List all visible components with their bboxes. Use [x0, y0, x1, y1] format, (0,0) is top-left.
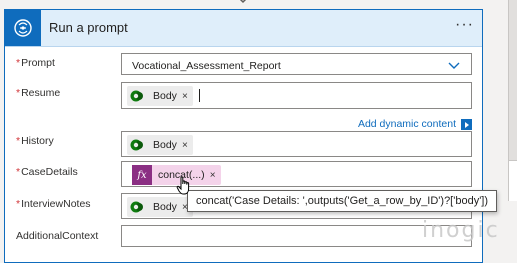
prompt-label: *Prompt — [16, 57, 55, 69]
case-details-label: *CaseDetails — [16, 166, 78, 178]
card-title: Run a prompt — [49, 20, 128, 35]
additional-context-input[interactable] — [121, 225, 472, 247]
fx-expression-icon: fx — [132, 165, 152, 185]
token-label: Body — [153, 90, 177, 102]
text-caret — [199, 89, 200, 102]
more-options-icon[interactable]: ··· — [455, 16, 474, 34]
resume-label: *Resume — [16, 87, 61, 99]
add-dynamic-content-link[interactable]: Add dynamic content — [358, 118, 456, 130]
dataverse-icon — [127, 135, 147, 155]
connector-arrow-icon — [239, 0, 247, 4]
hand-cursor-icon — [176, 176, 190, 195]
adjacent-card[interactable] — [508, 0, 517, 160]
prompt-select[interactable]: Vocational_Assessment_Report — [121, 53, 472, 75]
flow-canvas: Run a prompt ··· *Prompt Vocational_Asse… — [0, 0, 517, 263]
case-details-input[interactable]: fx concat(...) × — [121, 161, 472, 187]
resume-input[interactable]: Body × — [121, 82, 472, 109]
token-label: Body — [153, 201, 177, 213]
remove-token-icon[interactable]: × — [182, 140, 188, 151]
token-label: Body — [153, 139, 177, 151]
chevron-down-icon — [448, 62, 460, 69]
interview-notes-body-token[interactable]: Body × — [127, 197, 193, 217]
interview-notes-label: *InterviewNotes — [16, 198, 91, 210]
prompt-select-value: Vocational_Assessment_Report — [132, 60, 281, 72]
adjacent-card-lower[interactable] — [508, 160, 517, 201]
card-header[interactable]: Run a prompt ··· — [5, 10, 482, 47]
resume-body-token[interactable]: Body × — [127, 86, 193, 106]
history-label: *History — [16, 135, 54, 147]
remove-token-icon[interactable]: × — [210, 170, 216, 181]
add-dynamic-content-icon[interactable] — [461, 119, 472, 130]
dataverse-icon — [127, 86, 147, 106]
dataverse-icon — [127, 197, 147, 217]
watermark-logo: inogic — [422, 218, 500, 243]
expression-tooltip: concat('Case Details: ',outputs('Get_a_r… — [187, 190, 498, 212]
additional-context-label: AdditionalContext — [16, 230, 99, 242]
history-input[interactable]: Body × — [121, 131, 472, 157]
run-a-prompt-card: Run a prompt ··· *Prompt Vocational_Asse… — [4, 9, 483, 263]
remove-token-icon[interactable]: × — [182, 91, 188, 102]
ai-prompt-icon — [5, 10, 41, 46]
history-body-token[interactable]: Body × — [127, 135, 193, 155]
